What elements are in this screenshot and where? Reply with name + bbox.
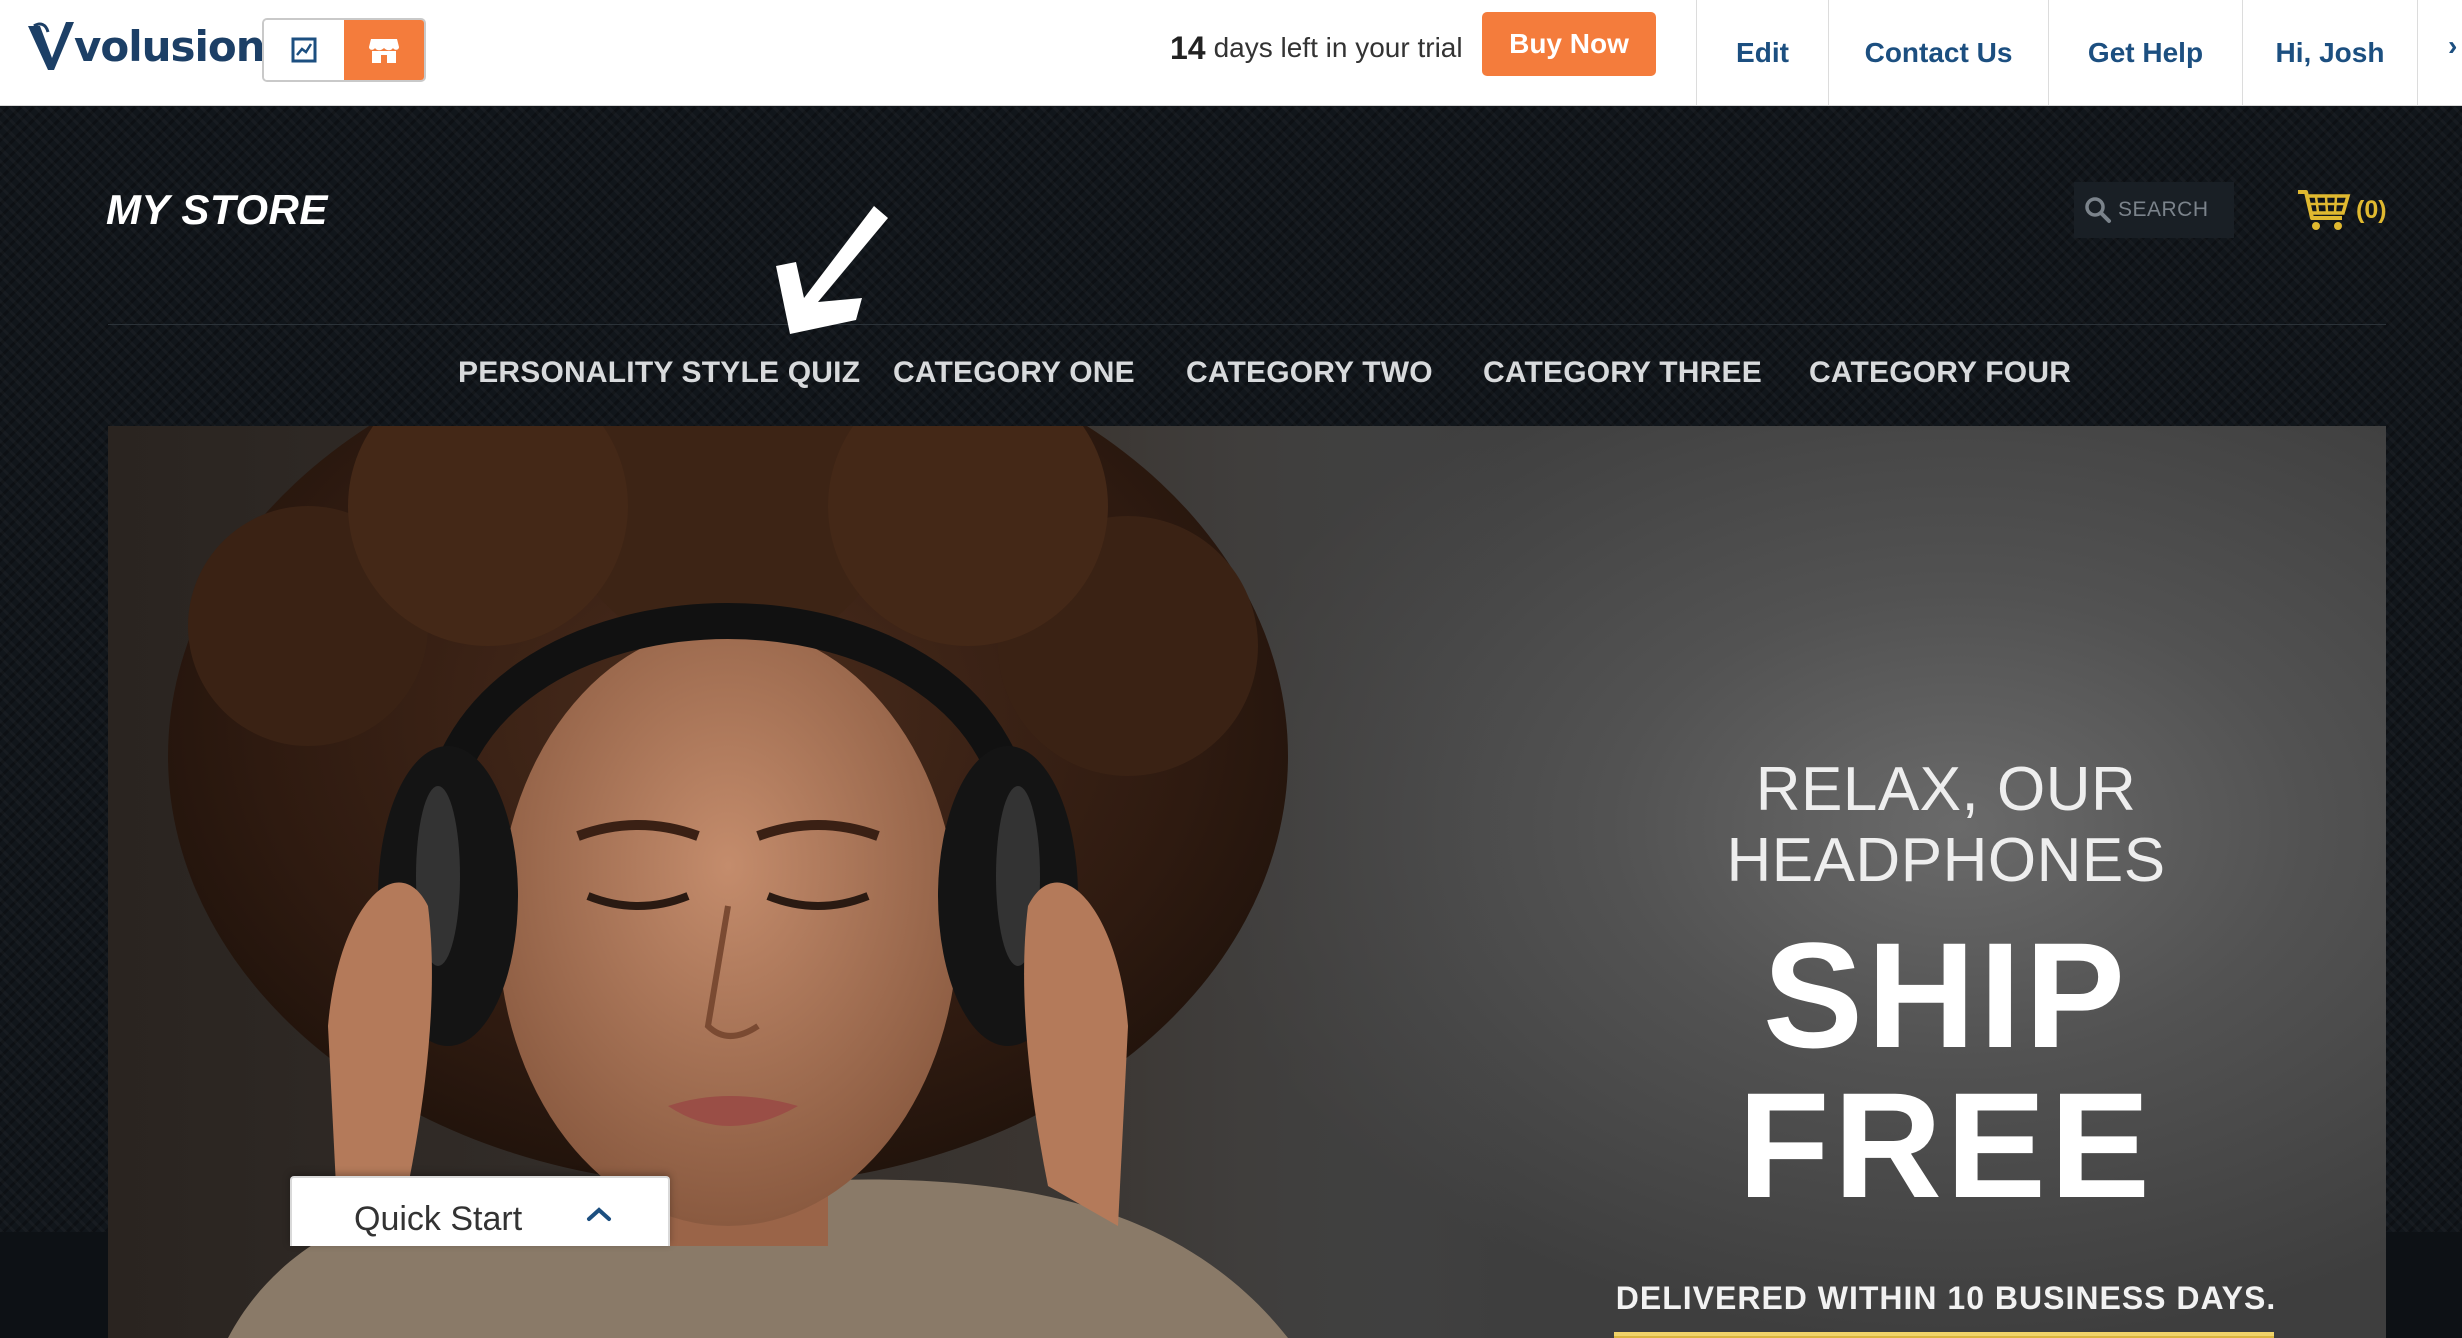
- cart-icon: [2298, 190, 2351, 230]
- nav-divider: [108, 324, 2386, 325]
- volusion-logo-icon: [28, 22, 74, 70]
- dashboard-chart-icon: [291, 37, 317, 63]
- search-input[interactable]: SEARCH: [2074, 182, 2234, 238]
- search-placeholder: SEARCH: [2118, 198, 2209, 221]
- nav-item-personality-style-quiz[interactable]: PERSONALITY STYLE QUIZ: [458, 356, 860, 390]
- trial-days: 14: [1170, 29, 1206, 66]
- view-mode-toggle: [262, 18, 426, 82]
- category-nav: PERSONALITY STYLE QUIZ CATEGORY ONE CATE…: [0, 356, 2462, 412]
- search-icon: [2085, 197, 2111, 223]
- contact-us-link[interactable]: Contact Us: [1828, 0, 2048, 106]
- admin-links: Edit Contact Us Get Help Hi, Josh: [1696, 0, 2418, 106]
- chevron-up-icon[interactable]: [586, 1206, 612, 1222]
- volusion-logo[interactable]: volusion ®: [26, 16, 275, 76]
- trial-status: 14 days left in your trial: [1170, 26, 1463, 70]
- quick-start-label: Quick Start: [354, 1200, 523, 1238]
- storefront-preview: MY STORE SEARCH (0) PERSONALITY STYLE QU…: [0, 106, 2462, 1338]
- hero-headline: SHIP FREE: [1737, 911, 2155, 1229]
- annotation-arrow-icon: [776, 206, 888, 334]
- admin-top-bar: volusion ® 14 days left in your trial Bu…: [0, 0, 2462, 106]
- storefront-icon: [369, 39, 399, 63]
- nav-item-category-three[interactable]: CATEGORY THREE: [1483, 356, 1762, 390]
- storefront-view-button[interactable]: [344, 20, 424, 80]
- store-name[interactable]: MY STORE: [106, 186, 328, 234]
- more-menu-chevron[interactable]: ›: [2448, 30, 2457, 62]
- get-help-link[interactable]: Get Help: [2048, 0, 2242, 106]
- hero-text: RELAX, OUR HEADPHONES SHIP FREE DELIVERE…: [1546, 754, 2346, 1317]
- cart-button[interactable]: (0): [2296, 188, 2387, 232]
- edit-link[interactable]: Edit: [1696, 0, 1828, 106]
- quick-start-panel[interactable]: Quick Start: [290, 1176, 670, 1246]
- nav-item-category-one[interactable]: CATEGORY ONE: [893, 356, 1135, 390]
- hero-subtitle: RELAX, OUR HEADPHONES: [1726, 755, 2166, 895]
- hero-cta-button[interactable]: [1614, 1332, 2274, 1338]
- trial-text: days left in your trial: [1213, 32, 1463, 63]
- user-menu[interactable]: Hi, Josh: [2242, 0, 2418, 106]
- logo-text: volusion: [74, 21, 266, 71]
- cart-count: (0): [2356, 195, 2387, 224]
- nav-item-category-four[interactable]: CATEGORY FOUR: [1809, 356, 2071, 390]
- buy-now-button[interactable]: Buy Now: [1482, 12, 1656, 76]
- hero-note: DELIVERED WITHIN 10 BUSINESS DAYS.: [1615, 1280, 2277, 1316]
- dashboard-view-button[interactable]: [264, 20, 344, 80]
- nav-item-category-two[interactable]: CATEGORY TWO: [1186, 356, 1433, 390]
